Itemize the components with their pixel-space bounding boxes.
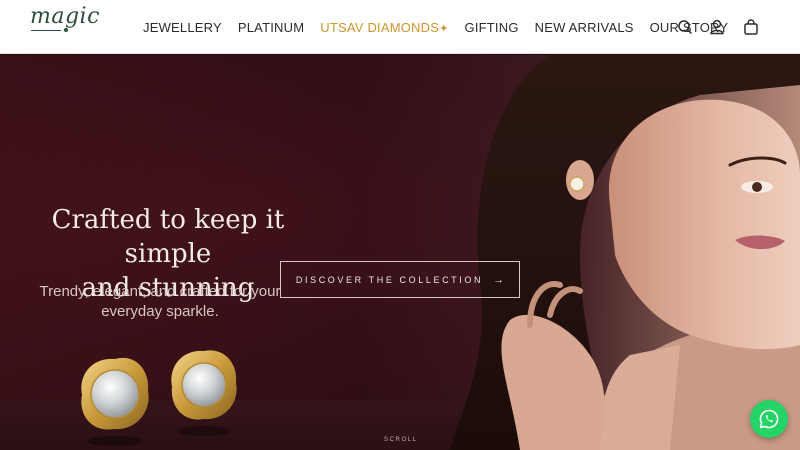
site-header: magic JEWELLERY PLATINUM UTSAV DIAMONDS✦…	[0, 0, 800, 54]
hero-banner: Crafted to keep it simple and stunning T…	[0, 55, 800, 450]
nav-item-jewellery[interactable]: JEWELLERY	[143, 20, 222, 35]
brand-logo[interactable]: magic	[30, 4, 106, 48]
model-portrait-image	[450, 55, 800, 450]
hero-subheading: Trendy, elegant, and crafted for your ev…	[20, 282, 300, 322]
main-nav: JEWELLERY PLATINUM UTSAV DIAMONDS✦ GIFTI…	[143, 18, 744, 36]
nav-item-new-arrivals[interactable]: NEW ARRIVALS	[535, 20, 634, 35]
whatsapp-chat-button[interactable]	[750, 400, 788, 438]
hero-subheading-line2: everyday sparkle.	[101, 303, 219, 320]
nav-item-platinum[interactable]: PLATINUM	[238, 20, 304, 35]
hero-headline-line1: Crafted to keep it simple	[51, 205, 285, 269]
bag-icon[interactable]	[741, 17, 761, 37]
sparkle-icon: ✦	[439, 22, 449, 35]
arrow-right-icon: →	[493, 273, 505, 286]
logo-wordmark: magic	[30, 4, 100, 29]
diamond-earrings-image	[81, 350, 237, 446]
search-icon[interactable]	[675, 17, 695, 37]
nav-item-utsav-label: UTSAV DIAMONDS	[320, 19, 440, 35]
cta-label: DISCOVER THE COLLECTION	[295, 274, 484, 285]
account-icon[interactable]	[707, 17, 727, 37]
discover-collection-button[interactable]: DISCOVER THE COLLECTION →	[280, 261, 520, 298]
nav-item-utsav-diamonds[interactable]: UTSAV DIAMONDS✦	[320, 20, 448, 35]
logo-underline	[31, 30, 61, 31]
nav-item-gifting[interactable]: GIFTING	[465, 20, 519, 35]
scroll-indicator[interactable]: SCROLL	[384, 437, 418, 443]
whatsapp-icon	[759, 409, 779, 429]
logo-dot	[64, 28, 68, 32]
hero-subheading-line1: Trendy, elegant, and crafted for your	[39, 283, 281, 300]
